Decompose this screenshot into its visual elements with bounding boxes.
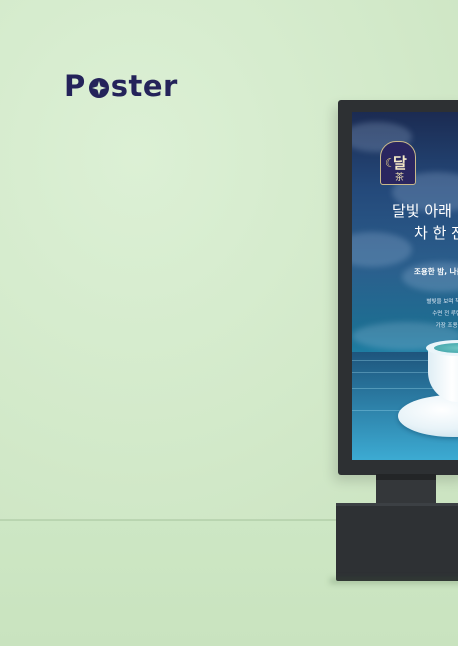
poster-headline: 달빛 아래 차 한 잔 xyxy=(392,200,458,244)
badge-sub-char: 茶 xyxy=(395,173,405,183)
tea-brand-badge: ☾ 달 茶 xyxy=(380,141,416,185)
poster-subhead: 조용한 밤, 나를 xyxy=(414,267,458,276)
star-o-icon xyxy=(88,78,109,98)
body-line: 수면 전 루틴, 조용한 xyxy=(432,311,458,317)
body-line: 별빛을 보며 책을 읽는 밤, xyxy=(426,299,458,305)
kiosk-stand-base-edge xyxy=(336,503,458,506)
headline-line-1: 달빛 아래 xyxy=(392,202,452,220)
kiosk-stand-base xyxy=(336,503,458,581)
kiosk-stand-neck-shadow xyxy=(376,474,436,480)
kiosk-screen: ☾ 달 茶 달빛 아래 차 한 잔 조용한 밤, 나를 별빛을 보며 책을 읽는… xyxy=(352,112,458,460)
kiosk-floor-shadow xyxy=(330,578,458,584)
brand-logo: P ster xyxy=(64,68,178,104)
body-line: 가장 조용한 시간, xyxy=(435,323,458,329)
brand-letter-p: P xyxy=(64,69,86,103)
poster-body: 별빛을 보며 책을 읽는 밤, 수면 전 루틴, 조용한 가장 조용한 시간, xyxy=(396,296,458,332)
headline-line-2: 차 한 잔 xyxy=(414,224,458,242)
brand-letters-rest: ster xyxy=(110,69,178,103)
